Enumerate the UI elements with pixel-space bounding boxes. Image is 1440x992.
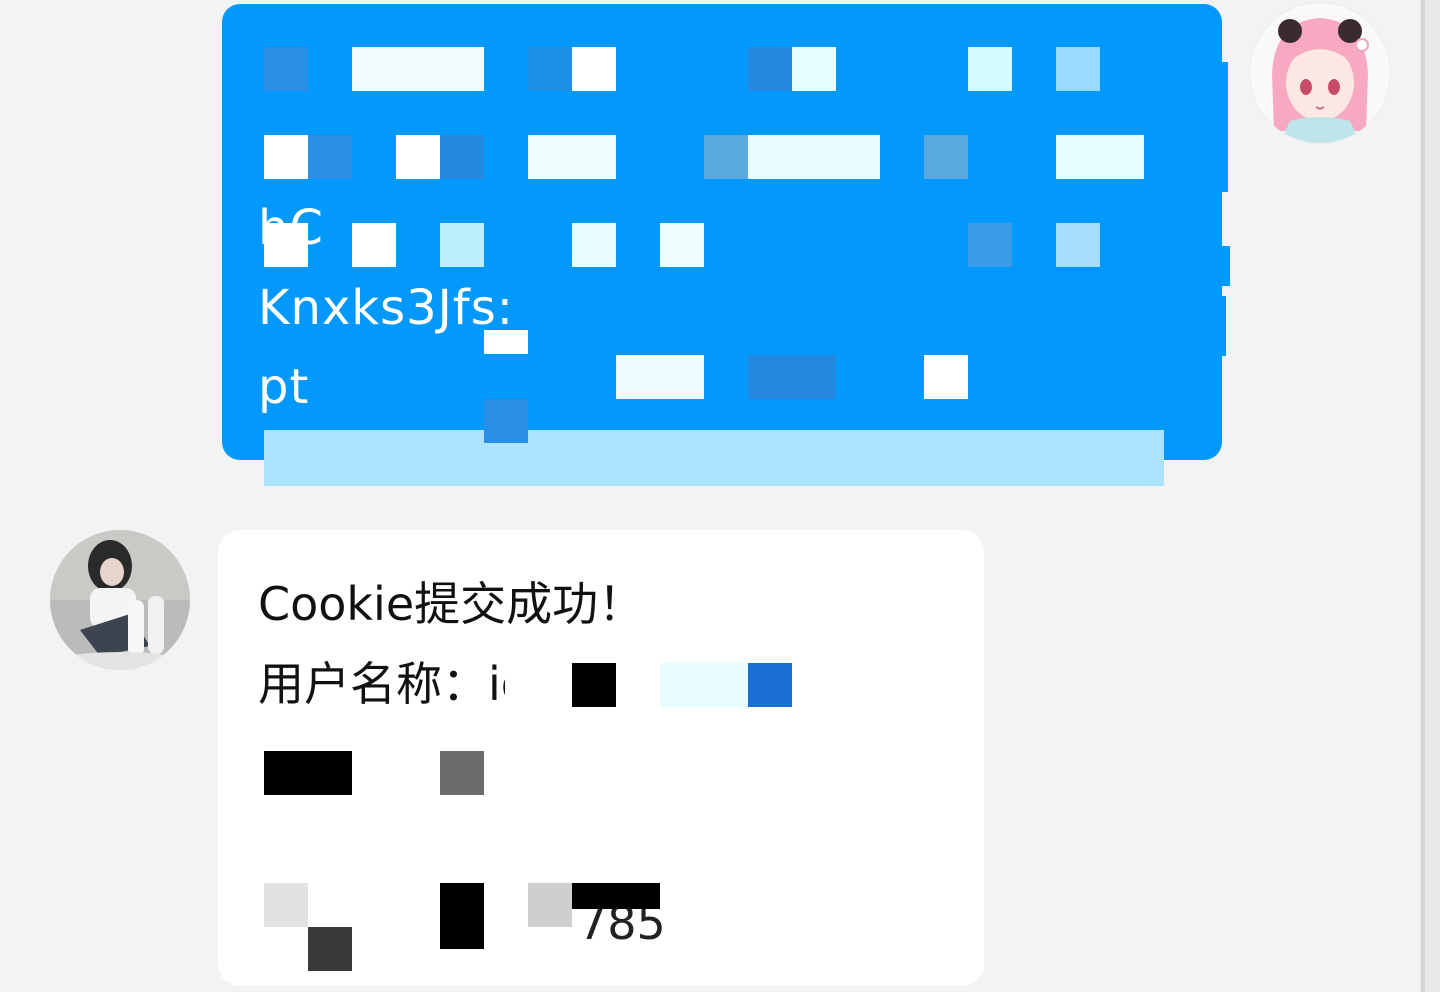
outgoing-line-3: pt: [258, 359, 310, 415]
avatar-peer[interactable]: [50, 530, 190, 670]
outgoing-line-2: Knxks3Jfs:: [258, 280, 514, 336]
username-label: 用户名称：: [258, 657, 488, 711]
scrollbar[interactable]: [1420, 0, 1440, 992]
incoming-message-bubble[interactable]: Cookie提交成功！ 用户名称：id 785: [218, 530, 984, 986]
username-value: id: [488, 657, 530, 711]
anime-girl-avatar-icon: [1250, 3, 1390, 143]
outgoing-message-bubble[interactable]: Knxks3Jfs: pt hC: [222, 4, 1222, 460]
incoming-username-row: 用户名称：id: [258, 648, 530, 714]
girl-photo-avatar-icon: [50, 530, 190, 670]
outgoing-line-1: hC: [258, 200, 324, 256]
incoming-trailing-value: 785: [578, 896, 666, 950]
scrollbar-track: [1421, 0, 1425, 992]
incoming-title: Cookie提交成功！: [258, 577, 645, 631]
chat-window: Knxks3Jfs: pt hC Cookie提交成功！ 用户名称：id 785: [0, 0, 1440, 992]
redaction-smear: [264, 430, 1164, 486]
avatar-self[interactable]: [1250, 3, 1390, 143]
